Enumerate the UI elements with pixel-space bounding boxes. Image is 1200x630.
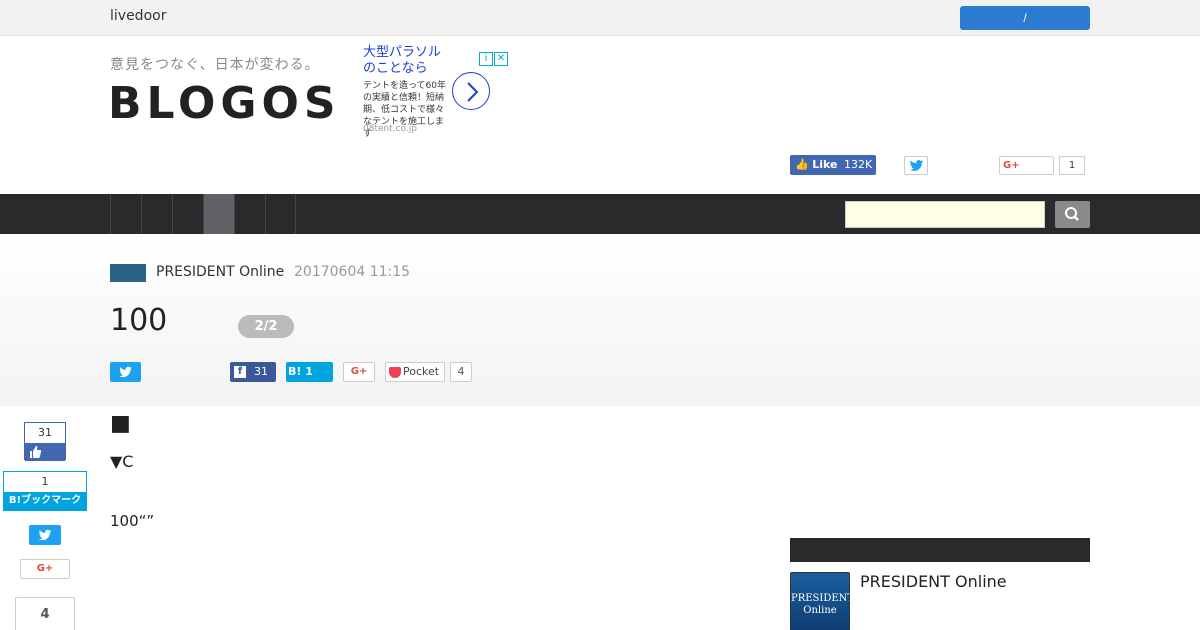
info-icon[interactable]: i <box>479 52 493 66</box>
nav-item-5[interactable] <box>234 194 265 234</box>
twitter-icon <box>910 160 924 171</box>
pocket-count: 4 <box>450 362 472 382</box>
pocket-label: Pocket <box>403 365 440 378</box>
sidebar-section-header <box>790 538 1090 562</box>
ad-title[interactable]: 大型パラソルのことなら <box>363 45 453 77</box>
livedoor-brand-link[interactable]: livedoor <box>110 8 166 24</box>
google-plus-button[interactable]: G+ <box>999 156 1054 175</box>
login-register-button[interactable]: / <box>960 6 1090 30</box>
ad-url[interactable]: 08tent.co.jp <box>363 124 417 134</box>
facebook-icon: f <box>234 366 246 378</box>
hatena-count: 1 <box>305 365 313 378</box>
floating-share-bar: 31 1 B!ブックマーク G+ 4 <box>0 406 100 630</box>
article-author[interactable]: PRESIDENT Online <box>156 264 284 280</box>
facebook-share-button[interactable]: f 31 <box>230 362 276 382</box>
hatena-icon: B! <box>288 365 302 378</box>
category-badge[interactable] <box>110 264 146 282</box>
site-tagline: 意見をつなぐ、日本が変わる。 <box>110 57 320 73</box>
ad-choices[interactable]: i ✕ <box>478 46 510 66</box>
thumbs-up-icon <box>25 443 65 461</box>
fb-share-count: 31 <box>254 365 268 378</box>
page-title: 100 <box>110 303 168 338</box>
nav-item-3[interactable] <box>172 194 203 234</box>
floating-hatena-label: B!ブックマーク <box>4 492 86 510</box>
floating-fb-count: 31 <box>25 423 65 443</box>
fb-like-label: Like <box>812 158 838 171</box>
floating-hatena-count: 1 <box>4 472 86 492</box>
article-date: 20170604 11:15 <box>294 264 411 280</box>
twitter-share-button[interactable] <box>110 362 141 382</box>
nav-item-2[interactable] <box>141 194 172 234</box>
page-indicator: 2/2 <box>238 315 294 338</box>
twitter-icon <box>38 529 52 541</box>
search-button[interactable] <box>1055 201 1090 228</box>
floating-pocket-count[interactable]: 4 <box>15 597 75 630</box>
main-nav <box>0 194 1200 234</box>
search-input[interactable] <box>845 201 1045 228</box>
google-plus-icon: G+ <box>36 563 54 574</box>
google-plus-count: 1 <box>1059 156 1085 175</box>
advertisement[interactable]: 大型パラソルのことなら テントを造って60年の実績と信頼！短納期、低コストで様々… <box>363 44 513 140</box>
blogos-logo[interactable]: BLOGOS <box>108 78 341 129</box>
thumbs-up-icon: 👍 <box>795 158 809 171</box>
floating-facebook-like[interactable]: 31 <box>24 422 66 461</box>
twitter-follow-button[interactable] <box>904 156 928 175</box>
hatena-bookmark-button[interactable]: B! 1 <box>286 362 333 382</box>
sidebar-author-name[interactable]: PRESIDENT Online <box>860 572 1007 591</box>
close-icon[interactable]: ✕ <box>494 52 508 66</box>
article-header <box>0 234 1200 406</box>
nav-item-4-active[interactable] <box>203 194 234 234</box>
article-paragraph: 100“” <box>110 512 155 530</box>
author-avatar[interactable]: PRESIDENT Online <box>790 572 854 630</box>
nav-item-6[interactable] <box>265 194 296 234</box>
nav-item-1[interactable] <box>110 194 141 234</box>
fb-like-count: 132K <box>843 158 873 171</box>
facebook-like-button[interactable]: 👍 Like 132K <box>790 155 876 175</box>
top-bar: livedoor / <box>0 0 1200 36</box>
section-marker: ■ <box>110 411 131 436</box>
floating-twitter-button[interactable] <box>29 525 61 545</box>
twitter-icon <box>119 366 132 378</box>
floating-hatena-bookmark[interactable]: 1 B!ブックマーク <box>3 471 87 511</box>
pocket-icon <box>389 366 401 378</box>
google-plus-share-button[interactable]: G+ <box>343 362 375 382</box>
google-plus-icon: G+ <box>1003 160 1020 171</box>
floating-google-plus-button[interactable]: G+ <box>20 559 70 579</box>
article-subheading: ▼C <box>110 452 134 471</box>
chevron-right-icon[interactable] <box>452 72 490 110</box>
pocket-button[interactable]: Pocket <box>385 362 445 382</box>
search-icon <box>1065 207 1079 221</box>
google-plus-icon: G+ <box>350 366 368 377</box>
